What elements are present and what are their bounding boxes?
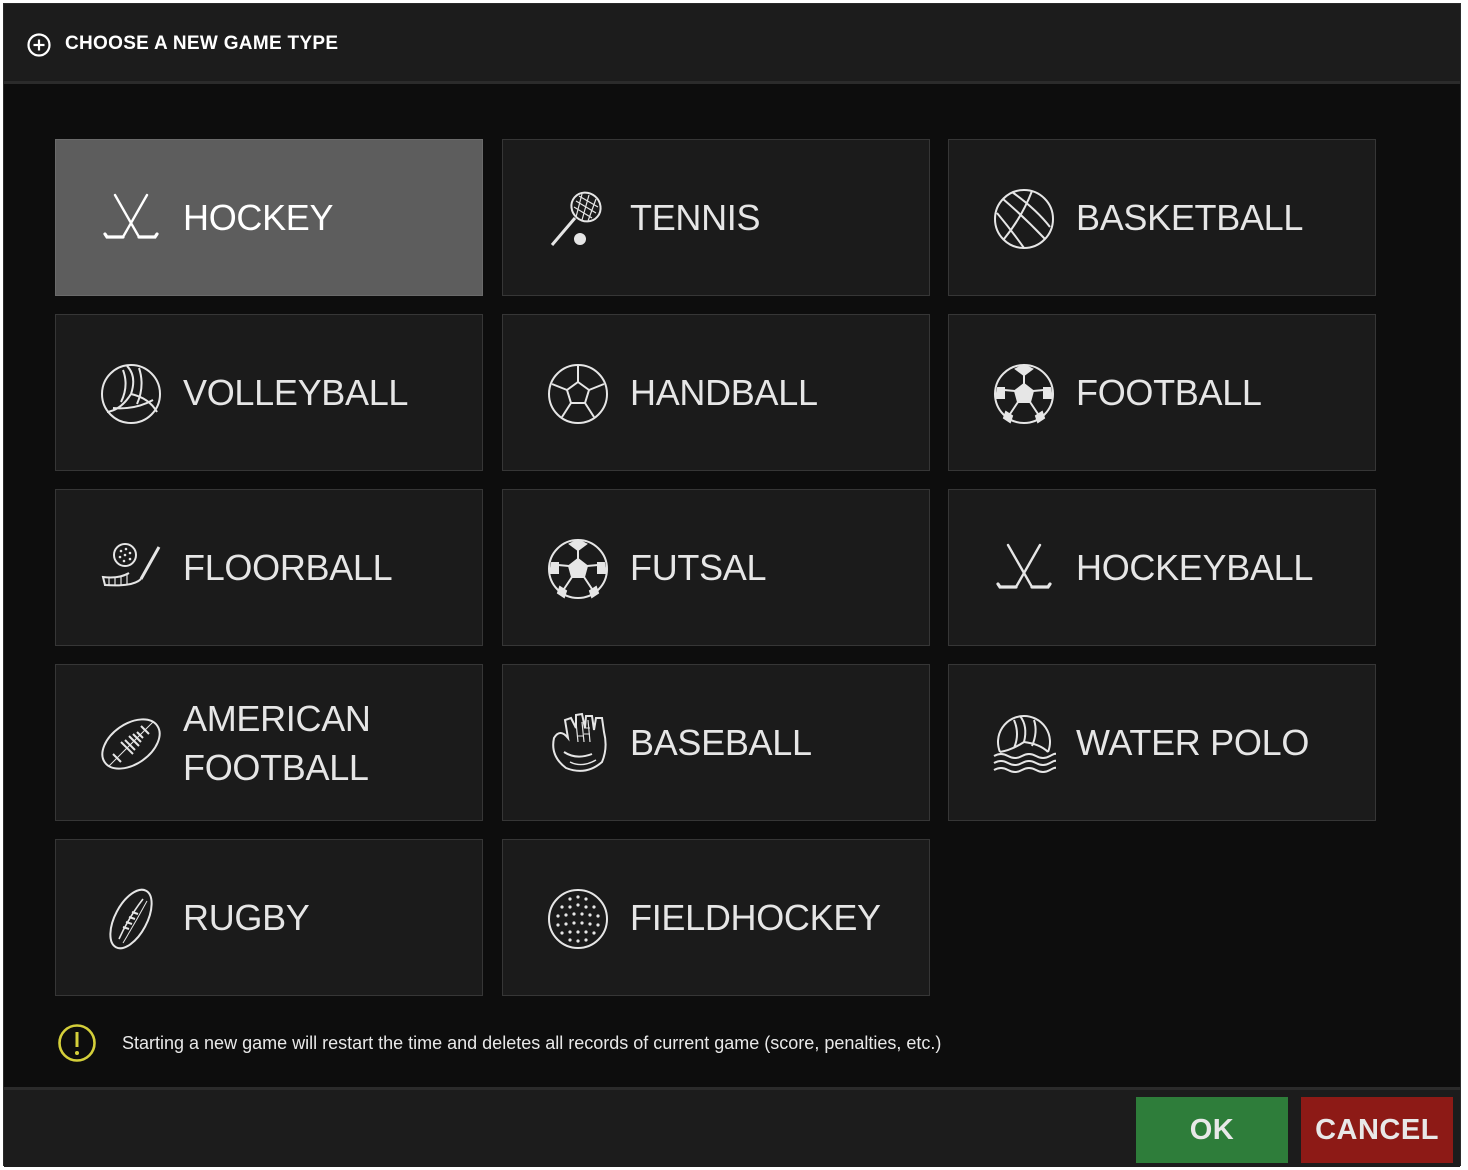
game-type-grid: HOCKEY TENNIS BASKETBALL VOLLEYBALL HAND…: [55, 139, 1380, 999]
game-type-baseball[interactable]: BASEBALL: [502, 664, 930, 821]
volleyball-icon: [99, 362, 163, 426]
basketball-icon: [992, 187, 1056, 251]
floorball-stick-icon: [99, 537, 163, 601]
game-type-hockey[interactable]: HOCKEY: [55, 139, 483, 296]
game-type-label: HOCKEYBALL: [1076, 547, 1314, 588]
game-type-label: HANDBALL: [630, 372, 818, 413]
game-type-label: WATER POLO: [1076, 722, 1310, 763]
game-type-label: RUGBY: [183, 897, 310, 938]
game-type-water-polo[interactable]: WATER POLO: [948, 664, 1376, 821]
dialog-titlebar: CHOOSE A NEW GAME TYPE: [4, 4, 1460, 84]
restart-warning: Starting a new game will restart the tim…: [57, 1023, 1057, 1063]
game-type-volleyball[interactable]: VOLLEYBALL: [55, 314, 483, 471]
game-type-american-football[interactable]: AMERICAN FOOTBALL: [55, 664, 483, 821]
game-type-rugby[interactable]: RUGBY: [55, 839, 483, 996]
game-type-tennis[interactable]: TENNIS: [502, 139, 930, 296]
fieldhockey-ball-icon: [546, 887, 610, 951]
warning-circle-icon: [57, 1023, 97, 1063]
dialog-footer: OK CANCEL: [4, 1087, 1460, 1167]
water-polo-icon: [992, 712, 1056, 776]
futsal-ball-icon: [546, 537, 610, 601]
game-type-label: FIELDHOCKEY: [630, 897, 881, 938]
dialog-title: CHOOSE A NEW GAME TYPE: [65, 33, 339, 54]
tennis-racket-icon: [546, 187, 610, 251]
american-football-icon: [99, 712, 163, 776]
hockey-sticks-icon: [992, 537, 1056, 601]
game-type-label: VOLLEYBALL: [183, 372, 409, 413]
game-type-basketball[interactable]: BASKETBALL: [948, 139, 1376, 296]
ok-button[interactable]: OK: [1136, 1097, 1288, 1163]
warning-text: Starting a new game will restart the tim…: [122, 1033, 942, 1053]
game-type-label: BASKETBALL: [1076, 197, 1304, 238]
cancel-button[interactable]: CANCEL: [1301, 1097, 1453, 1163]
new-game-dialog: CHOOSE A NEW GAME TYPE HOCKEY TENNIS BAS…: [3, 3, 1461, 1167]
game-type-futsal[interactable]: FUTSAL: [502, 489, 930, 646]
plus-circle-icon: [26, 32, 52, 58]
game-type-label: TENNIS: [630, 197, 761, 238]
game-type-label: HOCKEY: [183, 197, 334, 238]
game-type-label: FLOORBALL: [183, 547, 393, 588]
game-type-label: BASEBALL: [630, 722, 812, 763]
soccer-ball-icon: [992, 362, 1056, 426]
game-type-label: AMERICAN FOOTBALL: [183, 697, 371, 788]
game-type-floorball[interactable]: FLOORBALL: [55, 489, 483, 646]
game-type-hockeyball[interactable]: HOCKEYBALL: [948, 489, 1376, 646]
game-type-football[interactable]: FOOTBALL: [948, 314, 1376, 471]
game-type-label: FUTSAL: [630, 547, 767, 588]
game-type-fieldhockey[interactable]: FIELDHOCKEY: [502, 839, 930, 996]
rugby-ball-icon: [99, 887, 163, 951]
game-type-handball[interactable]: HANDBALL: [502, 314, 930, 471]
game-type-label: FOOTBALL: [1076, 372, 1262, 413]
baseball-glove-icon: [546, 712, 610, 776]
handball-icon: [546, 362, 610, 426]
hockey-sticks-icon: [99, 187, 163, 251]
